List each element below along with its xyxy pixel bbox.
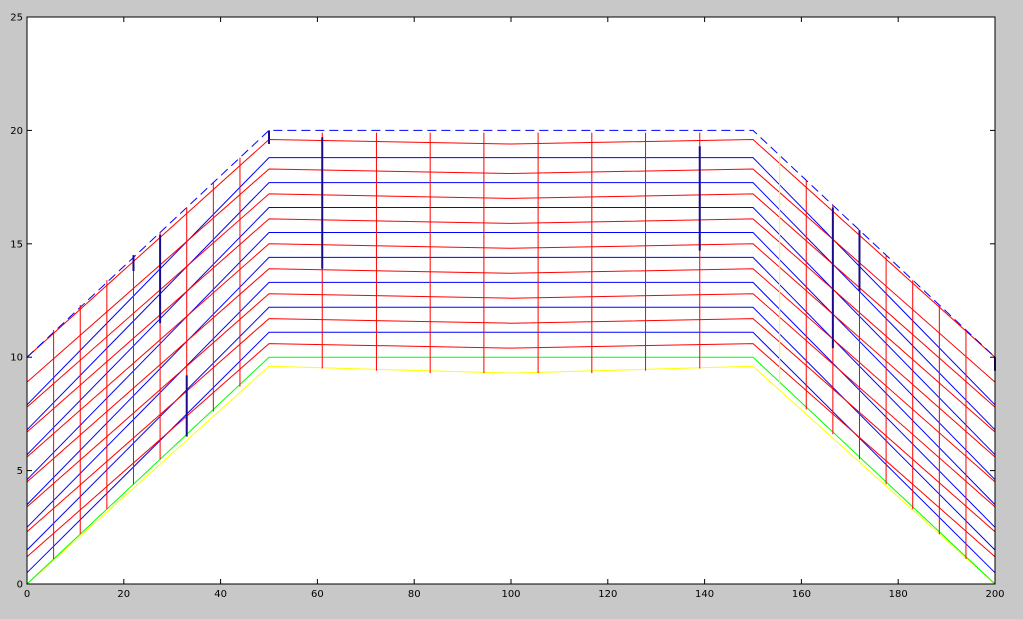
- x-tick-label: 40: [214, 589, 227, 600]
- x-tick-label: 180: [889, 589, 908, 600]
- y-tick-label: 20: [10, 126, 23, 137]
- plot-area: [27, 17, 995, 584]
- y-tick-label: 0: [17, 580, 23, 591]
- y-tick-label: 10: [10, 353, 23, 364]
- x-tick-label: 160: [792, 589, 811, 600]
- line-chart: 0 20 40 60 80 100 120 140 160 180 200 0 5 10 15 20 25: [10, 13, 1004, 601]
- y-tick-label: 5: [17, 466, 23, 477]
- y-tick-label: 25: [10, 13, 23, 24]
- x-tick-label: 20: [117, 589, 130, 600]
- y-tick-label: 15: [10, 239, 23, 250]
- x-tick-label: 120: [598, 589, 617, 600]
- figure-window: 0 20 40 60 80 100 120 140 160 180 200 0 5 10 15 20 25: [0, 0, 1023, 619]
- x-tick-label: 100: [501, 589, 520, 600]
- x-tick-label: 200: [985, 589, 1004, 600]
- x-tick-label: 140: [695, 589, 714, 600]
- x-tick-label: 80: [408, 589, 421, 600]
- x-tick-label: 60: [311, 589, 324, 600]
- x-tick-label: 0: [24, 589, 30, 600]
